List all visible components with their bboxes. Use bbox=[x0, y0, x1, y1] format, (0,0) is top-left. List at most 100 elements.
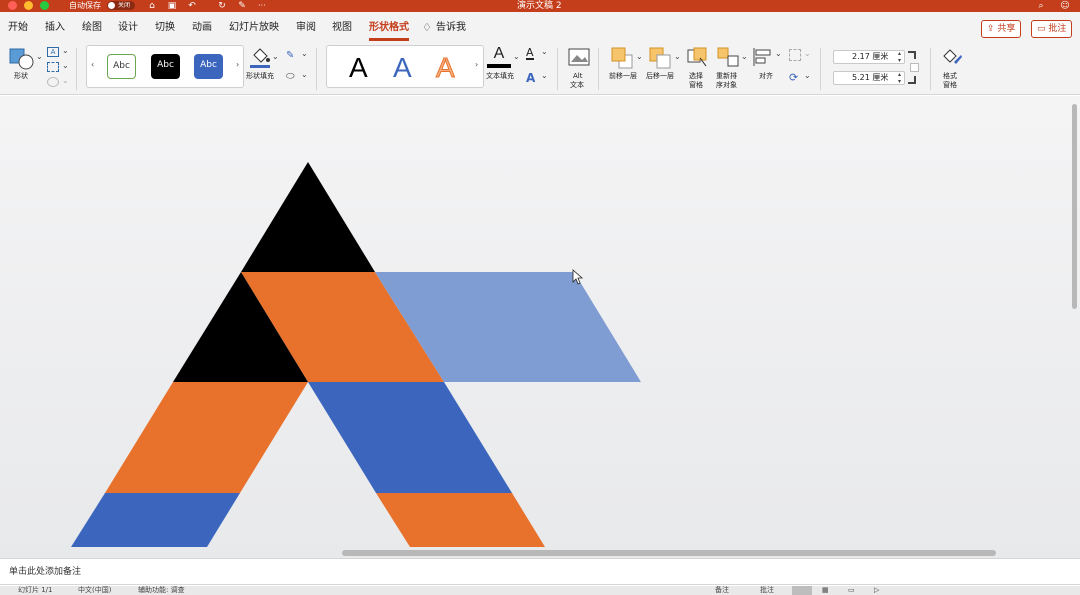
reorder-dropdown-icon[interactable]: ⌄ bbox=[741, 52, 748, 61]
shape-style-blue[interactable]: Abc bbox=[194, 54, 223, 79]
slide-canvas[interactable] bbox=[0, 96, 1080, 558]
alt-text-icon[interactable] bbox=[567, 47, 591, 69]
size-bracket-icon bbox=[908, 76, 916, 84]
comment-icon: ▭ bbox=[1037, 24, 1046, 34]
search-icon[interactable]: ⌕ bbox=[1035, 0, 1047, 12]
account-icon[interactable]: ☺ bbox=[1059, 0, 1071, 12]
shape-style-black[interactable]: Abc bbox=[151, 54, 180, 79]
selection-pane-icon[interactable] bbox=[686, 46, 710, 70]
tab-animations[interactable]: 动画 bbox=[192, 12, 212, 44]
text-box-dropdown-icon[interactable]: ⌄ bbox=[62, 46, 69, 55]
wordart-next-icon[interactable]: › bbox=[475, 60, 478, 69]
more-icon[interactable]: ··· bbox=[258, 0, 266, 12]
share-button[interactable]: ⇪ 共享 bbox=[981, 20, 1022, 38]
gallery-next-icon[interactable]: › bbox=[236, 60, 239, 69]
horizontal-scrollbar[interactable] bbox=[342, 550, 996, 556]
wordart-style-black[interactable]: A bbox=[349, 52, 368, 84]
alt-text-label-1: Alt bbox=[573, 72, 583, 80]
notes-toggle-button[interactable]: 备注 bbox=[715, 586, 729, 595]
orange-left-parallelogram[interactable] bbox=[105, 382, 308, 493]
redo-icon[interactable]: ↻ bbox=[216, 0, 228, 12]
tell-me-search[interactable]: 告诉我 bbox=[436, 12, 466, 44]
text-effects-icon[interactable]: A bbox=[526, 71, 535, 85]
align-icon[interactable] bbox=[752, 46, 774, 68]
gallery-prev-icon[interactable]: ‹ bbox=[91, 60, 94, 69]
shape-style-outline[interactable]: Abc bbox=[107, 54, 136, 79]
edit-icon[interactable]: ✎ bbox=[236, 0, 248, 12]
height-spinner-icon[interactable]: ▴ ▾ bbox=[898, 50, 901, 64]
shape-outline-icon[interactable]: ✎ bbox=[286, 50, 294, 61]
text-fill-dropdown-icon[interactable]: ⌄ bbox=[513, 52, 520, 61]
wordart-style-orange[interactable]: A bbox=[436, 52, 456, 84]
text-outline-dropdown-icon[interactable]: ⌄ bbox=[541, 47, 548, 56]
text-fill-icon[interactable]: A bbox=[487, 44, 511, 70]
reorder-objects-icon[interactable] bbox=[716, 46, 740, 70]
lock-aspect-icon[interactable] bbox=[910, 63, 919, 72]
effects-dropdown-icon[interactable]: ⌄ bbox=[301, 70, 308, 79]
tab-view[interactable]: 视图 bbox=[332, 12, 352, 44]
tab-slideshow[interactable]: 幻灯片放映 bbox=[229, 12, 279, 44]
comments-button[interactable]: ▭ 批注 bbox=[1031, 20, 1073, 38]
comments-toggle-button[interactable]: 批注 bbox=[760, 586, 774, 595]
share-icon: ⇪ bbox=[987, 24, 995, 34]
tab-design[interactable]: 设计 bbox=[118, 12, 138, 44]
rotate-dropdown-icon[interactable]: ⌄ bbox=[804, 71, 811, 80]
alt-text-label-2: 文本 bbox=[570, 81, 584, 89]
bring-forward-dropdown-icon[interactable]: ⌄ bbox=[636, 52, 643, 61]
zoom-window-button[interactable] bbox=[40, 1, 49, 10]
tab-draw[interactable]: 绘图 bbox=[82, 12, 102, 44]
shapes-icon[interactable] bbox=[8, 46, 36, 70]
format-pane-icon[interactable] bbox=[940, 46, 964, 70]
shape-effects-icon[interactable]: ⬭ bbox=[286, 71, 295, 82]
autosave-toggle[interactable]: 关闭 bbox=[107, 1, 135, 10]
home-icon[interactable]: ⌂ bbox=[146, 0, 158, 12]
vertical-scrollbar[interactable] bbox=[1072, 104, 1077, 309]
selection-pane-label-1: 选择 bbox=[689, 72, 703, 80]
undo-icon[interactable]: ↶ bbox=[186, 0, 198, 12]
reading-view-icon[interactable]: ▭ bbox=[848, 586, 855, 595]
text-outline-icon[interactable]: A bbox=[526, 47, 534, 60]
text-box-icon[interactable]: A bbox=[47, 47, 59, 57]
crop-icon[interactable] bbox=[908, 51, 916, 59]
save-icon[interactable]: ▣ bbox=[166, 0, 178, 12]
rotate-icon[interactable]: ⟳ bbox=[789, 71, 798, 84]
reorder-label-2: 序对象 bbox=[716, 81, 737, 89]
blue-left-parallelogram[interactable] bbox=[71, 493, 240, 547]
width-input[interactable]: 5.21 厘米 ▴ ▾ bbox=[833, 71, 905, 85]
slide-sorter-icon[interactable]: ▦ bbox=[822, 586, 829, 595]
tab-review[interactable]: 审阅 bbox=[296, 12, 316, 44]
tab-transitions[interactable]: 切换 bbox=[155, 12, 175, 44]
slide[interactable] bbox=[0, 96, 1070, 558]
tab-home[interactable]: 开始 bbox=[8, 12, 28, 44]
wordart-style-blue[interactable]: A bbox=[393, 52, 412, 84]
outline-dropdown-icon[interactable]: ⌄ bbox=[301, 49, 308, 58]
shapes-dropdown-icon[interactable]: ⌄ bbox=[36, 52, 43, 61]
group-dropdown-icon: ⌄ bbox=[804, 49, 811, 58]
close-window-button[interactable] bbox=[8, 1, 17, 10]
blue-right-parallelogram[interactable] bbox=[308, 382, 512, 493]
orange-right-parallelogram[interactable] bbox=[376, 493, 545, 547]
tab-shape-format[interactable]: 形状格式 bbox=[369, 12, 409, 44]
minimize-window-button[interactable] bbox=[24, 1, 33, 10]
width-spinner-icon[interactable]: ▴ ▾ bbox=[898, 71, 901, 85]
notes-pane[interactable]: 单击此处添加备注 bbox=[0, 558, 1080, 585]
align-dropdown-icon[interactable]: ⌄ bbox=[775, 49, 782, 58]
align-label: 对齐 bbox=[759, 72, 773, 80]
wordart-gallery: A A A › bbox=[326, 45, 484, 88]
edit-shape-icon[interactable] bbox=[47, 62, 59, 72]
accessibility-status[interactable]: 辅助功能: 调查 bbox=[138, 586, 185, 595]
slideshow-view-icon[interactable]: ▷ bbox=[874, 586, 879, 595]
text-effects-dropdown-icon[interactable]: ⌄ bbox=[541, 71, 548, 80]
send-backward-dropdown-icon[interactable]: ⌄ bbox=[674, 52, 681, 61]
fill-dropdown-icon[interactable]: ⌄ bbox=[272, 52, 279, 61]
shape-styles-gallery: ‹ Abc Abc Abc › bbox=[86, 45, 244, 88]
height-input[interactable]: 2.17 厘米 ▴ ▾ bbox=[833, 50, 905, 64]
language-status[interactable]: 中文(中国) bbox=[78, 586, 111, 595]
black-top-triangle[interactable] bbox=[241, 162, 375, 272]
send-backward-icon[interactable] bbox=[648, 46, 672, 70]
normal-view-icon[interactable] bbox=[792, 586, 812, 595]
edit-shape-dropdown-icon[interactable]: ⌄ bbox=[62, 61, 69, 70]
tab-insert[interactable]: 插入 bbox=[45, 12, 65, 44]
paint-bucket-icon[interactable] bbox=[248, 45, 272, 69]
bring-forward-icon[interactable] bbox=[610, 46, 634, 70]
